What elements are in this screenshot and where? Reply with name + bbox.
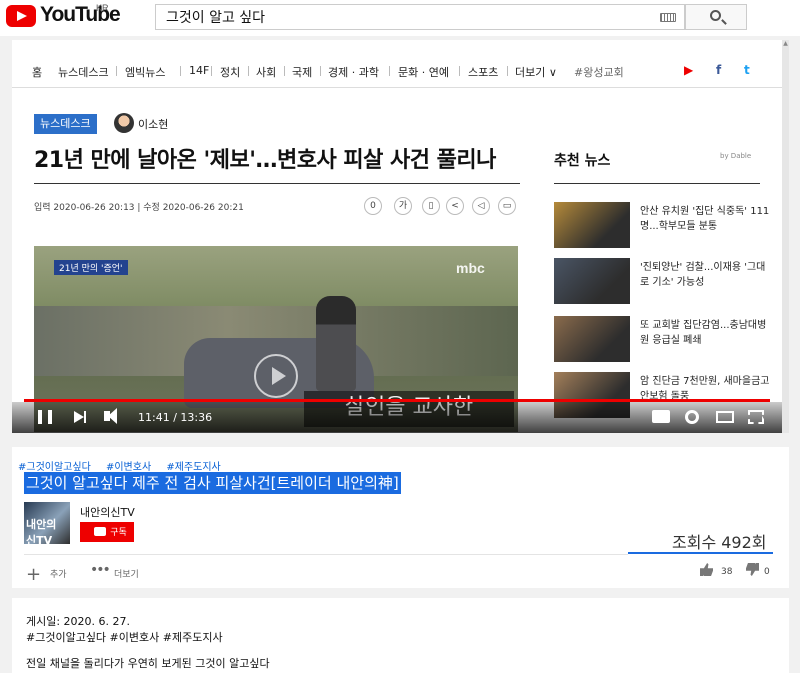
twitter-icon[interactable]: t — [744, 63, 750, 77]
recommended-text[interactable]: 또 교회발 집단감염...충남대병원 응급실 폐쇄 — [640, 318, 774, 348]
fullscreen-icon[interactable] — [748, 410, 764, 424]
recommended-item[interactable]: 또 교회발 집단감염...충남대병원 응급실 폐쇄 — [554, 316, 774, 364]
recommended-text[interactable]: 안산 유치원 '집단 식중독' 111명...학부모들 분통 — [640, 204, 774, 234]
comment-count: 0 — [370, 201, 376, 211]
subscribe-button[interactable]: 구독 — [80, 522, 134, 542]
video-scene-person — [316, 296, 356, 391]
video-title: 그것이 알고싶다 제주 전 검사 피살사건[트레이더 내안의神] — [24, 472, 401, 494]
nav-item[interactable]: 정치 — [220, 64, 240, 80]
channel-avatar[interactable]: 내안의 신TV — [24, 502, 70, 547]
theater-mode-icon[interactable] — [716, 411, 734, 423]
description-hashtags[interactable]: #그것이알고싶다 #이변호사 #제주도지사 — [26, 629, 223, 645]
nav-item[interactable]: 뉴스데스크 — [58, 64, 109, 80]
channel-name[interactable]: 내안의신TV — [80, 504, 135, 520]
print-icon[interactable]: ▭ — [498, 197, 516, 215]
masthead: YouTube KR — [0, 0, 800, 36]
nav-divider — [320, 66, 321, 76]
embedded-play-icon[interactable] — [254, 354, 298, 398]
nav-divider — [284, 66, 285, 76]
video-caption-tag: 21년 만의 '증언' — [54, 260, 128, 275]
scrollbar[interactable]: ▲ — [782, 40, 789, 433]
nav-item[interactable]: #왕성교회 — [574, 64, 624, 80]
view-count-underline — [628, 552, 773, 554]
author-name[interactable]: 이소현 — [138, 116, 168, 132]
nav-item[interactable]: 문화 · 연예 — [398, 64, 449, 80]
nav-divider — [211, 66, 212, 76]
recommended-text[interactable]: '진퇴양난' 검찰...이재용 '그대로 기소' 가능성 — [640, 260, 774, 290]
search-icon — [710, 10, 721, 21]
bookmark-icon[interactable]: ▯ — [422, 197, 440, 215]
hashtags: #그것이알고싶다 #이변호사 #제주도지사 — [18, 458, 233, 473]
nav-divider — [248, 66, 249, 76]
nav-item[interactable]: 홈 — [32, 64, 42, 80]
more-icon[interactable]: ••• — [90, 562, 111, 578]
youtube-icon[interactable]: ▶ — [684, 63, 693, 77]
nav-item[interactable]: 국제 — [292, 64, 312, 80]
channel-avatar-text: 내안의 신TV — [26, 518, 57, 547]
youtube-icon — [94, 527, 107, 536]
nav-item[interactable]: 스포츠 — [468, 64, 498, 80]
volume-icon[interactable] — [104, 408, 117, 424]
search-button[interactable] — [685, 4, 747, 30]
next-icon[interactable] — [74, 411, 86, 423]
audio-icon[interactable]: ◁ — [472, 197, 490, 215]
time-display: 11:41 / 13:36 — [138, 411, 213, 424]
article-dates: 입력 2020-06-26 20:13 | 수정 2020-06-26 20:2… — [34, 203, 244, 213]
recommended-rule — [554, 183, 760, 184]
recommended-item[interactable]: 안산 유치원 '집단 식중독' 111명...학부모들 분통 — [554, 202, 774, 250]
youtube-logo-icon[interactable] — [6, 5, 36, 27]
search-box[interactable] — [155, 4, 685, 30]
article-headline: 21년 만에 날아온 '제보'…변호사 피살 사건 풀리나 — [34, 148, 496, 173]
nav-divider — [459, 66, 460, 76]
publish-date: 게시일: 2020. 6. 27. — [26, 615, 131, 628]
news-nav: 홈 뉴스데스크 엠빅뉴스 14F 정치 사회 국제 경제 · 과학 문화 · 연… — [12, 54, 782, 88]
dislike-count: 0 — [764, 567, 770, 577]
font-size-icon[interactable]: 가 — [394, 197, 412, 215]
headline-rule — [34, 183, 520, 184]
player-controls: 11:41 / 13:36 — [12, 402, 782, 433]
video-player[interactable]: 홈 뉴스데스크 엠빅뉴스 14F 정치 사회 국제 경제 · 과학 문화 · 연… — [12, 40, 782, 433]
nav-divider — [116, 66, 117, 76]
share-icon[interactable]: < — [446, 197, 464, 215]
search-input[interactable] — [156, 5, 656, 29]
nav-item[interactable]: 14F — [189, 64, 209, 77]
recommended-news-title: 추천 뉴스 — [554, 153, 611, 169]
nav-divider — [507, 66, 508, 76]
recommended-thumbnail[interactable] — [554, 258, 630, 304]
region-label: KR — [96, 3, 109, 13]
settings-icon[interactable] — [685, 410, 699, 424]
scroll-up-icon[interactable]: ▲ — [782, 40, 789, 48]
nav-item[interactable]: 사회 — [256, 64, 276, 80]
mbc-watermark: mbc — [456, 260, 485, 276]
nav-item[interactable]: 경제 · 과학 — [328, 64, 379, 80]
author-avatar — [114, 113, 134, 133]
add-label[interactable]: 추가 — [50, 567, 67, 580]
recommended-thumbnail[interactable] — [554, 316, 630, 362]
dable-logo: by Dable — [720, 152, 752, 160]
recommended-item[interactable]: '진퇴양난' 검찰...이재용 '그대로 기소' 가능성 — [554, 258, 774, 306]
nav-item[interactable]: 엠빅뉴스 — [125, 64, 165, 80]
comment-icon[interactable]: 0 — [364, 197, 382, 215]
nav-divider — [180, 66, 181, 76]
captions-icon[interactable] — [652, 410, 670, 423]
divider — [24, 554, 628, 555]
add-icon[interactable]: + — [26, 564, 41, 585]
pause-icon[interactable] — [38, 410, 52, 424]
nav-item[interactable]: 더보기 ∨ — [515, 64, 557, 80]
view-count: 조회수 492회 — [672, 533, 767, 552]
recommended-thumbnail[interactable] — [554, 202, 630, 248]
subscribe-label: 구독 — [110, 527, 127, 537]
more-label[interactable]: 더보기 — [114, 567, 139, 580]
section-badge[interactable]: 뉴스데스크 — [34, 114, 97, 134]
like-count: 38 — [721, 567, 733, 577]
keyboard-icon[interactable] — [660, 13, 676, 22]
facebook-icon[interactable]: f — [716, 63, 721, 77]
description-text: 전일 채널을 돌리다가 우연히 보게된 그것이 알고싶다 — [26, 657, 270, 670]
nav-divider — [389, 66, 390, 76]
